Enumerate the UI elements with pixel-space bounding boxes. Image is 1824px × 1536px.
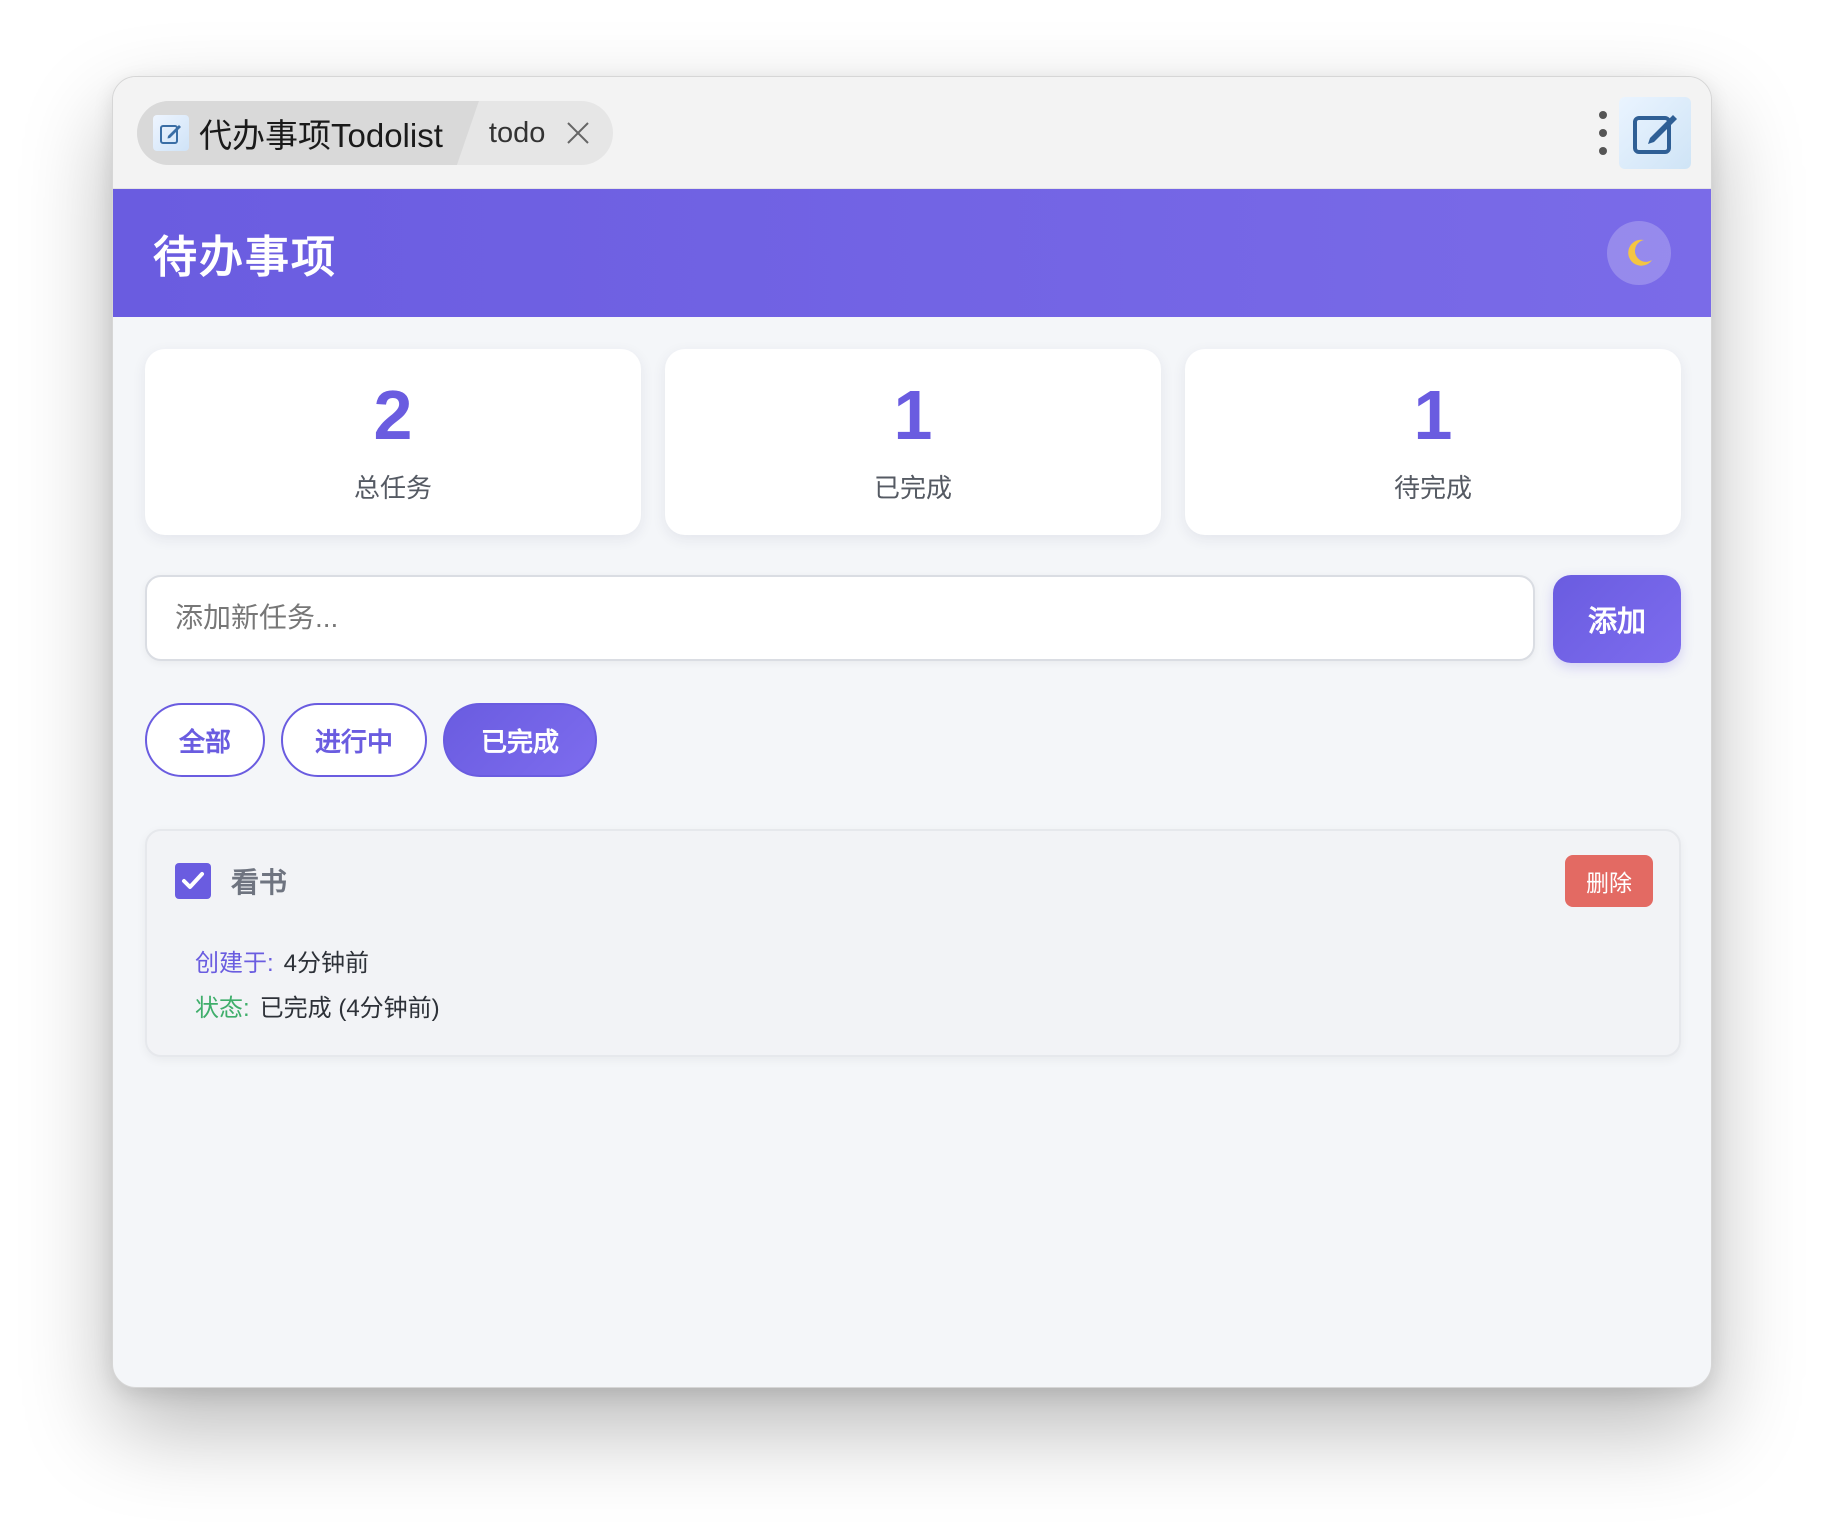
moon-icon <box>1628 239 1652 266</box>
stat-label-pending: 待完成 <box>1393 472 1472 503</box>
theme-toggle-button[interactable] <box>1607 221 1671 285</box>
created-value: 4分钟前 <box>283 950 370 977</box>
filter-bar: 全部 进行中 已完成 <box>145 703 598 777</box>
task-created-row: 创建于: 4分钟前 <box>195 943 369 978</box>
filter-completed-button[interactable]: 已完成 <box>443 703 598 777</box>
stat-label-completed: 已完成 <box>873 472 952 503</box>
tab-group: 代办事项Todolist todo <box>137 101 614 165</box>
tab-title: 代办事项Todolist <box>199 117 443 154</box>
title-bar: 代办事项Todolist todo <box>113 77 1711 189</box>
stats-row: 2 总任务 1 已完成 1 待完成 <box>145 349 1681 535</box>
page-title: 待办事项 <box>153 233 337 282</box>
created-key: 创建于: <box>195 950 274 977</box>
stat-card-pending: 1 待完成 <box>1185 349 1681 535</box>
app-header: 待办事项 <box>113 189 1711 317</box>
filter-active-button[interactable]: 进行中 <box>281 703 428 777</box>
tab-sub-label: todo <box>488 116 546 149</box>
task-name: 看书 <box>231 867 288 898</box>
stat-label-total: 总任务 <box>353 472 432 503</box>
stat-value-total: 2 <box>373 375 413 454</box>
tab-main[interactable]: 代办事项Todolist <box>137 101 479 165</box>
stat-card-completed: 1 已完成 <box>665 349 1161 535</box>
new-note-icon[interactable] <box>1619 97 1691 169</box>
task-header: 看书 <box>175 861 287 901</box>
app-window: 代办事项Todolist todo 待办事项 2 总任务 1 已完成 1 待完成… <box>112 76 1712 1388</box>
add-task-button[interactable]: 添加 <box>1553 575 1681 663</box>
tab-sub[interactable]: todo <box>479 101 613 165</box>
checkmark-icon <box>182 872 204 889</box>
status-value: 已完成 (4分钟前) <box>259 995 440 1022</box>
add-task-row: 添加 <box>145 575 1681 663</box>
delete-task-button[interactable]: 删除 <box>1565 855 1653 907</box>
stat-card-total: 2 总任务 <box>145 349 641 535</box>
stat-value-completed: 1 <box>893 375 933 454</box>
stat-value-pending: 1 <box>1413 375 1453 454</box>
status-key: 状态: <box>195 995 250 1022</box>
task-status-row: 状态: 已完成 (4分钟前) <box>195 988 440 1023</box>
close-icon[interactable] <box>563 118 593 148</box>
task-checkbox[interactable] <box>175 863 211 899</box>
more-options-icon[interactable] <box>1597 111 1609 155</box>
task-item: 看书 删除 创建于: 4分钟前 状态: 已完成 (4分钟前) <box>145 829 1681 1057</box>
new-task-input[interactable] <box>145 575 1535 661</box>
edit-note-icon <box>153 115 189 151</box>
filter-all-button[interactable]: 全部 <box>145 703 266 777</box>
